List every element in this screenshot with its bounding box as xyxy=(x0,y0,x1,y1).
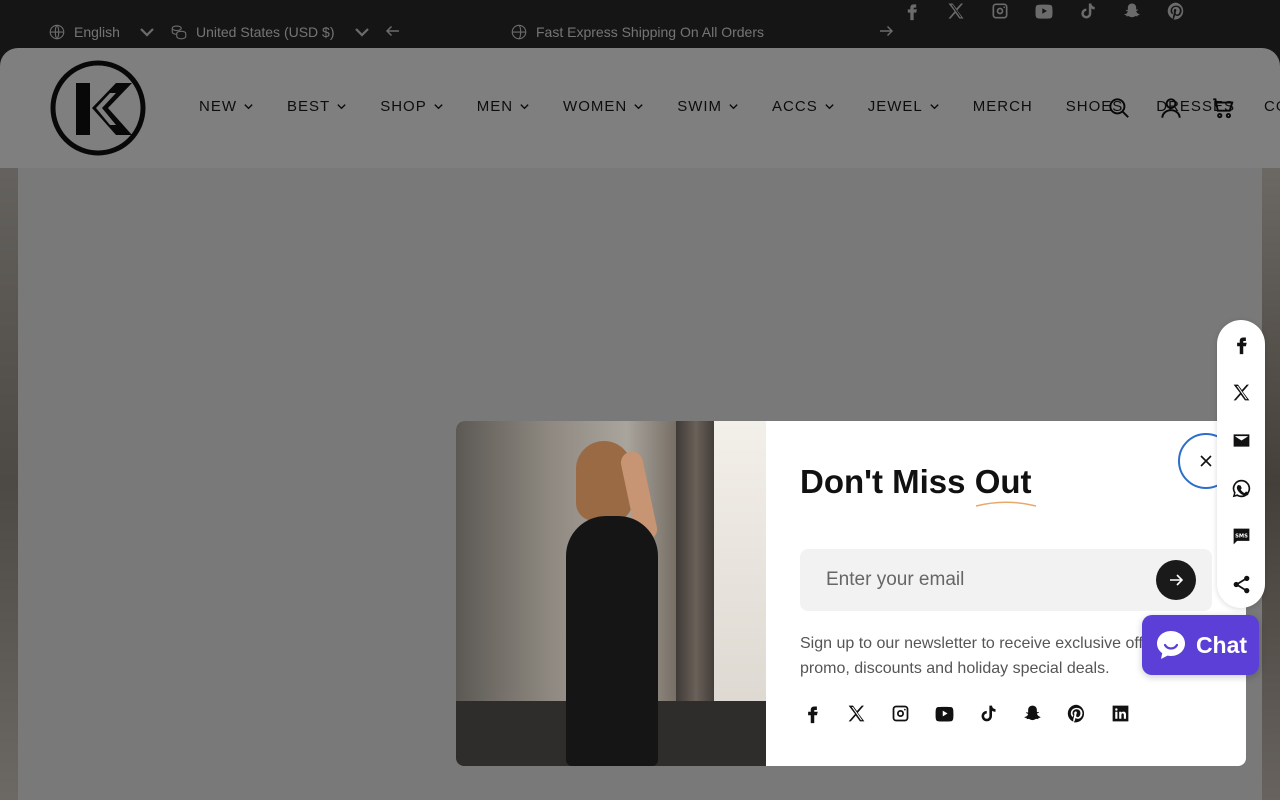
share-facebook-button[interactable] xyxy=(1217,320,1265,368)
share-more-button[interactable] xyxy=(1217,560,1265,608)
instagram-icon[interactable] xyxy=(888,701,912,725)
sms-icon: SMS xyxy=(1233,528,1249,544)
email-submit-button[interactable] xyxy=(1156,560,1196,600)
chat-button[interactable]: Chat xyxy=(1142,615,1259,675)
close-icon xyxy=(1200,455,1212,467)
facebook-icon xyxy=(1236,337,1247,354)
x-icon xyxy=(1233,384,1249,400)
popup-title-part2: Out xyxy=(974,463,1032,500)
tiktok-icon[interactable] xyxy=(976,701,1000,725)
snapchat-icon[interactable] xyxy=(1020,701,1044,725)
email-input[interactable] xyxy=(826,549,1146,611)
title-underline-decoration xyxy=(975,501,1036,507)
whatsapp-icon xyxy=(1232,479,1250,497)
share-sms-button[interactable]: SMS xyxy=(1217,512,1265,560)
x-icon[interactable] xyxy=(844,701,868,725)
pinterest-icon[interactable] xyxy=(1064,701,1088,725)
arrow-right-icon xyxy=(1170,574,1183,586)
share-email-button[interactable] xyxy=(1217,416,1265,464)
svg-text:SMS: SMS xyxy=(1235,533,1248,539)
newsletter-popup: Don't Miss Out Sign up to our newsletter… xyxy=(456,421,1246,766)
share-bar: SMS xyxy=(1217,320,1265,608)
share-whatsapp-button[interactable] xyxy=(1217,464,1265,512)
popup-title-part1: Don't Miss xyxy=(800,463,975,500)
facebook-icon[interactable] xyxy=(800,701,824,725)
popup-description: Sign up to our newsletter to receive exc… xyxy=(800,635,1170,677)
share-icon xyxy=(1233,575,1249,593)
chat-label: Chat xyxy=(1195,631,1248,658)
linkedin-icon[interactable] xyxy=(1108,701,1132,725)
popup-social-links xyxy=(800,701,1132,725)
share-x-button[interactable] xyxy=(1217,368,1265,416)
popup-model-image xyxy=(456,421,766,766)
chat-bubble-icon xyxy=(1156,631,1185,659)
popup-title: Don't Miss Out xyxy=(800,463,1036,507)
email-icon xyxy=(1233,433,1249,447)
youtube-icon[interactable] xyxy=(932,701,956,725)
email-form xyxy=(800,549,1212,611)
